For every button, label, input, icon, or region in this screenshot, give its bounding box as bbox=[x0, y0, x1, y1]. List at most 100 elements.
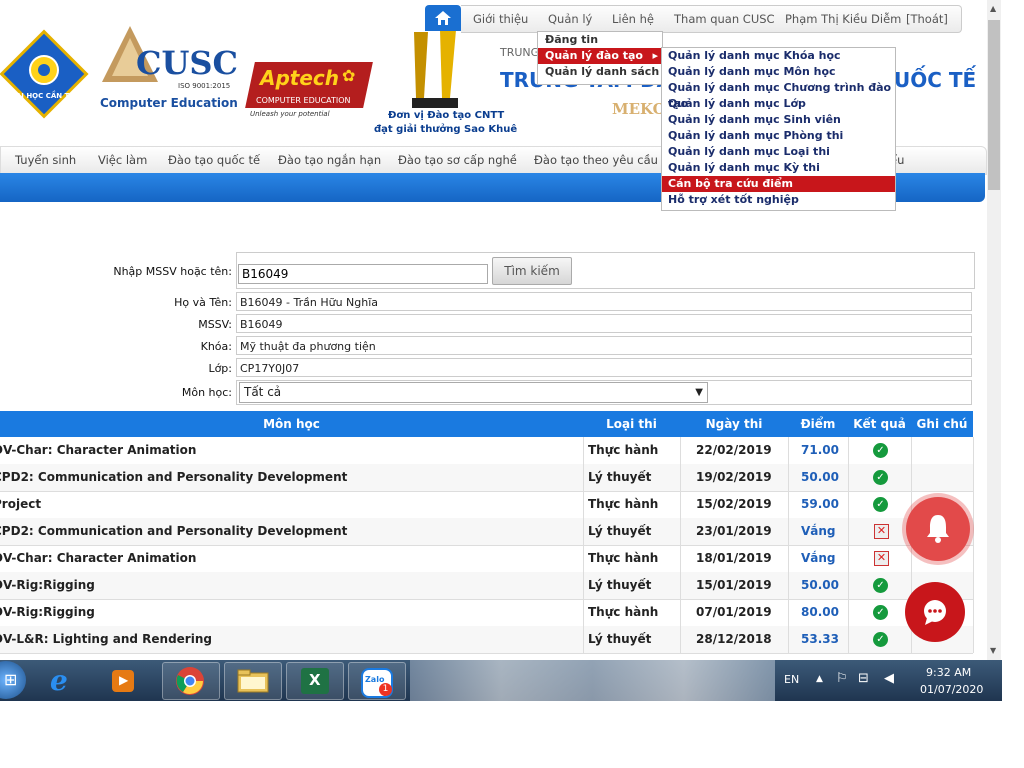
column-divider bbox=[848, 572, 849, 599]
nav-user-name[interactable]: Phạm Thị Kiều Diễm bbox=[785, 12, 901, 26]
menu-item-vocational[interactable]: Đào tạo sơ cấp nghề bbox=[398, 153, 517, 167]
chat-bubble-icon bbox=[924, 600, 946, 625]
col-result[interactable]: Kết quả bbox=[848, 417, 911, 431]
cell-exam-date: 23/01/2019 bbox=[696, 524, 772, 538]
cell-exam-type: Lý thuyết bbox=[588, 632, 652, 646]
nav-link-tour[interactable]: Tham quan CUSC bbox=[674, 12, 775, 26]
col-score[interactable]: Điểm bbox=[788, 417, 848, 431]
scrollbar-thumb[interactable] bbox=[988, 20, 1000, 190]
cusc-subtitle: Computer Education bbox=[100, 96, 238, 110]
notification-button[interactable] bbox=[906, 497, 970, 561]
mssv-search-input[interactable] bbox=[238, 264, 488, 284]
ie-icon[interactable]: e bbox=[50, 664, 68, 697]
subject-select[interactable]: Tất cả ▼ bbox=[239, 382, 708, 403]
nav-link-manage[interactable]: Quản lý bbox=[548, 12, 592, 26]
chat-button[interactable] bbox=[905, 582, 965, 642]
university-logo[interactable]: ĐẠI HỌC CẦN THƠ bbox=[0, 26, 92, 122]
submenu-graduation-support[interactable]: Hỗ trợ xét tốt nghiệp bbox=[662, 192, 895, 208]
aptech-tagline: Unleash your potential bbox=[250, 110, 330, 118]
menu-item-international[interactable]: Đào tạo quốc tế bbox=[168, 153, 260, 167]
column-divider bbox=[788, 599, 789, 626]
home-button[interactable] bbox=[425, 5, 461, 31]
language-indicator[interactable]: EN bbox=[784, 673, 799, 686]
tray-expand-icon[interactable]: ▲ bbox=[816, 674, 823, 684]
column-divider bbox=[680, 464, 681, 491]
award-block[interactable]: Đơn vị Đào tạo CNTT đạt giải thưởng Sao … bbox=[372, 28, 517, 140]
menu-item-list-manage[interactable]: Quản lý danh sách bbox=[538, 64, 662, 80]
table-row[interactable]: DV-Rig:Rigging Lý thuyết 15/01/2019 50.00 ✓ bbox=[0, 572, 974, 600]
pass-check-icon: ✓ bbox=[873, 605, 888, 620]
submenu-exam-terms[interactable]: Quản lý danh mục Kỳ thi bbox=[662, 160, 895, 176]
table-row[interactable]: CPD2: Communication and Personality Deve… bbox=[0, 464, 974, 492]
search-button[interactable]: Tìm kiếm bbox=[492, 257, 572, 285]
chrome-taskbar-button[interactable] bbox=[162, 662, 220, 700]
submenu-grade-lookup[interactable]: Cán bộ tra cứu điểm bbox=[662, 176, 895, 192]
table-row[interactable]: CPD2: Communication and Personality Deve… bbox=[0, 518, 974, 546]
scroll-down-icon[interactable]: ▼ bbox=[990, 646, 996, 655]
column-divider bbox=[680, 572, 681, 599]
col-exam-type[interactable]: Loại thi bbox=[583, 417, 680, 431]
volume-icon[interactable]: ◀ bbox=[884, 671, 894, 686]
media-player-icon[interactable]: ▶ bbox=[112, 670, 134, 692]
nav-link-contact[interactable]: Liên hệ bbox=[612, 12, 654, 26]
submenu-courses[interactable]: Quản lý danh mục Khóa học bbox=[662, 48, 895, 64]
cusc-logo[interactable]: CUSC ISO 9001:2015 Computer Education bbox=[100, 24, 238, 114]
course-field: Mỹ thuật đa phương tiện bbox=[236, 336, 972, 355]
column-divider bbox=[973, 599, 974, 626]
chrome-icon bbox=[176, 667, 204, 695]
table-row[interactable]: DV-Char: Character Animation Thực hành 22/… bbox=[0, 437, 974, 465]
col-note[interactable]: Ghi chú bbox=[911, 417, 973, 431]
logout-link[interactable]: [Thoát] bbox=[906, 12, 948, 26]
explorer-taskbar-button[interactable] bbox=[224, 662, 282, 700]
cell-subject: DV-Rig:Rigging bbox=[0, 578, 95, 592]
cell-exam-date: 18/01/2019 bbox=[696, 551, 772, 565]
clock-time[interactable]: 9:32 AM bbox=[926, 666, 971, 679]
action-center-icon[interactable]: ⚐ bbox=[836, 671, 848, 686]
cell-score: 80.00 bbox=[801, 605, 839, 619]
excel-taskbar-button[interactable]: X bbox=[286, 662, 344, 700]
column-divider bbox=[911, 464, 912, 491]
table-row[interactable]: DV-L&R: Lighting and Rendering Lý thuyết 2… bbox=[0, 626, 974, 654]
menu-item-post-news[interactable]: Đăng tin bbox=[538, 32, 662, 48]
menu-item-jobs[interactable]: Việc làm bbox=[98, 153, 147, 167]
mssv-field: B16049 bbox=[236, 314, 972, 333]
network-icon[interactable]: ⊟ bbox=[858, 671, 869, 686]
column-divider bbox=[848, 626, 849, 653]
column-divider bbox=[680, 491, 681, 518]
clock-date[interactable]: 01/07/2020 bbox=[920, 683, 983, 696]
aptech-logo[interactable]: Aptech ✿ COMPUTER EDUCATION Unleash your… bbox=[245, 62, 373, 120]
column-divider bbox=[583, 518, 584, 545]
zalo-taskbar-button[interactable]: Zalo 1 bbox=[348, 662, 406, 700]
cell-exam-date: 28/12/2018 bbox=[696, 632, 772, 646]
university-badge-text: ĐẠI HỌC CẦN THƠ bbox=[10, 92, 82, 100]
column-divider bbox=[788, 545, 789, 572]
submenu-subjects[interactable]: Quản lý danh mục Môn học bbox=[662, 64, 895, 80]
submenu-students[interactable]: Quản lý danh mục Sinh viên bbox=[662, 112, 895, 128]
submenu-exam-rooms[interactable]: Quản lý danh mục Phòng thi bbox=[662, 128, 895, 144]
table-row[interactable]: Project Thực hành 15/02/2019 59.00 ✓ bbox=[0, 491, 974, 519]
submenu-classes[interactable]: Quản lý danh mục Lớp bbox=[662, 96, 895, 112]
submenu-exam-types[interactable]: Quản lý danh mục Loại thi bbox=[662, 144, 895, 160]
table-row[interactable]: DV-Char: Character Animation Thực hành 18/… bbox=[0, 545, 974, 573]
column-divider bbox=[973, 545, 974, 572]
course-label: Khóa: bbox=[200, 340, 232, 353]
col-subject[interactable]: Môn học bbox=[0, 417, 583, 431]
menu-item-ondemand[interactable]: Đào tạo theo yêu cầu bbox=[534, 153, 658, 167]
column-divider bbox=[583, 572, 584, 599]
search-label: Nhập MSSV hoặc tên: bbox=[113, 265, 232, 278]
menu-item-shortterm[interactable]: Đào tạo ngắn hạn bbox=[278, 153, 381, 167]
home-icon bbox=[435, 11, 451, 25]
submenu-programs[interactable]: Quản lý danh mục Chương trình đào tạo bbox=[662, 80, 895, 110]
start-button[interactable]: ⊞ bbox=[0, 661, 26, 699]
table-row[interactable]: DV-Rig:Rigging Thực hành 07/01/2019 80.00 ✓ bbox=[0, 599, 974, 627]
manage-dropdown: Đăng tin Quản lý đào tạo ▸ Quản lý danh … bbox=[537, 31, 663, 85]
menu-item-training-manage[interactable]: Quản lý đào tạo ▸ bbox=[538, 48, 662, 64]
scroll-up-icon[interactable]: ▲ bbox=[990, 4, 996, 13]
subject-select-value: Tất cả bbox=[244, 385, 282, 399]
cell-exam-type: Thực hành bbox=[588, 497, 659, 511]
col-exam-date[interactable]: Ngày thi bbox=[680, 417, 788, 431]
award-text-line2: đạt giải thưởng Sao Khuê bbox=[374, 124, 518, 135]
nav-link-about[interactable]: Giới thiệu bbox=[473, 12, 528, 26]
class-label: Lớp: bbox=[208, 362, 232, 375]
menu-item-admission[interactable]: Tuyển sinh bbox=[15, 153, 76, 167]
